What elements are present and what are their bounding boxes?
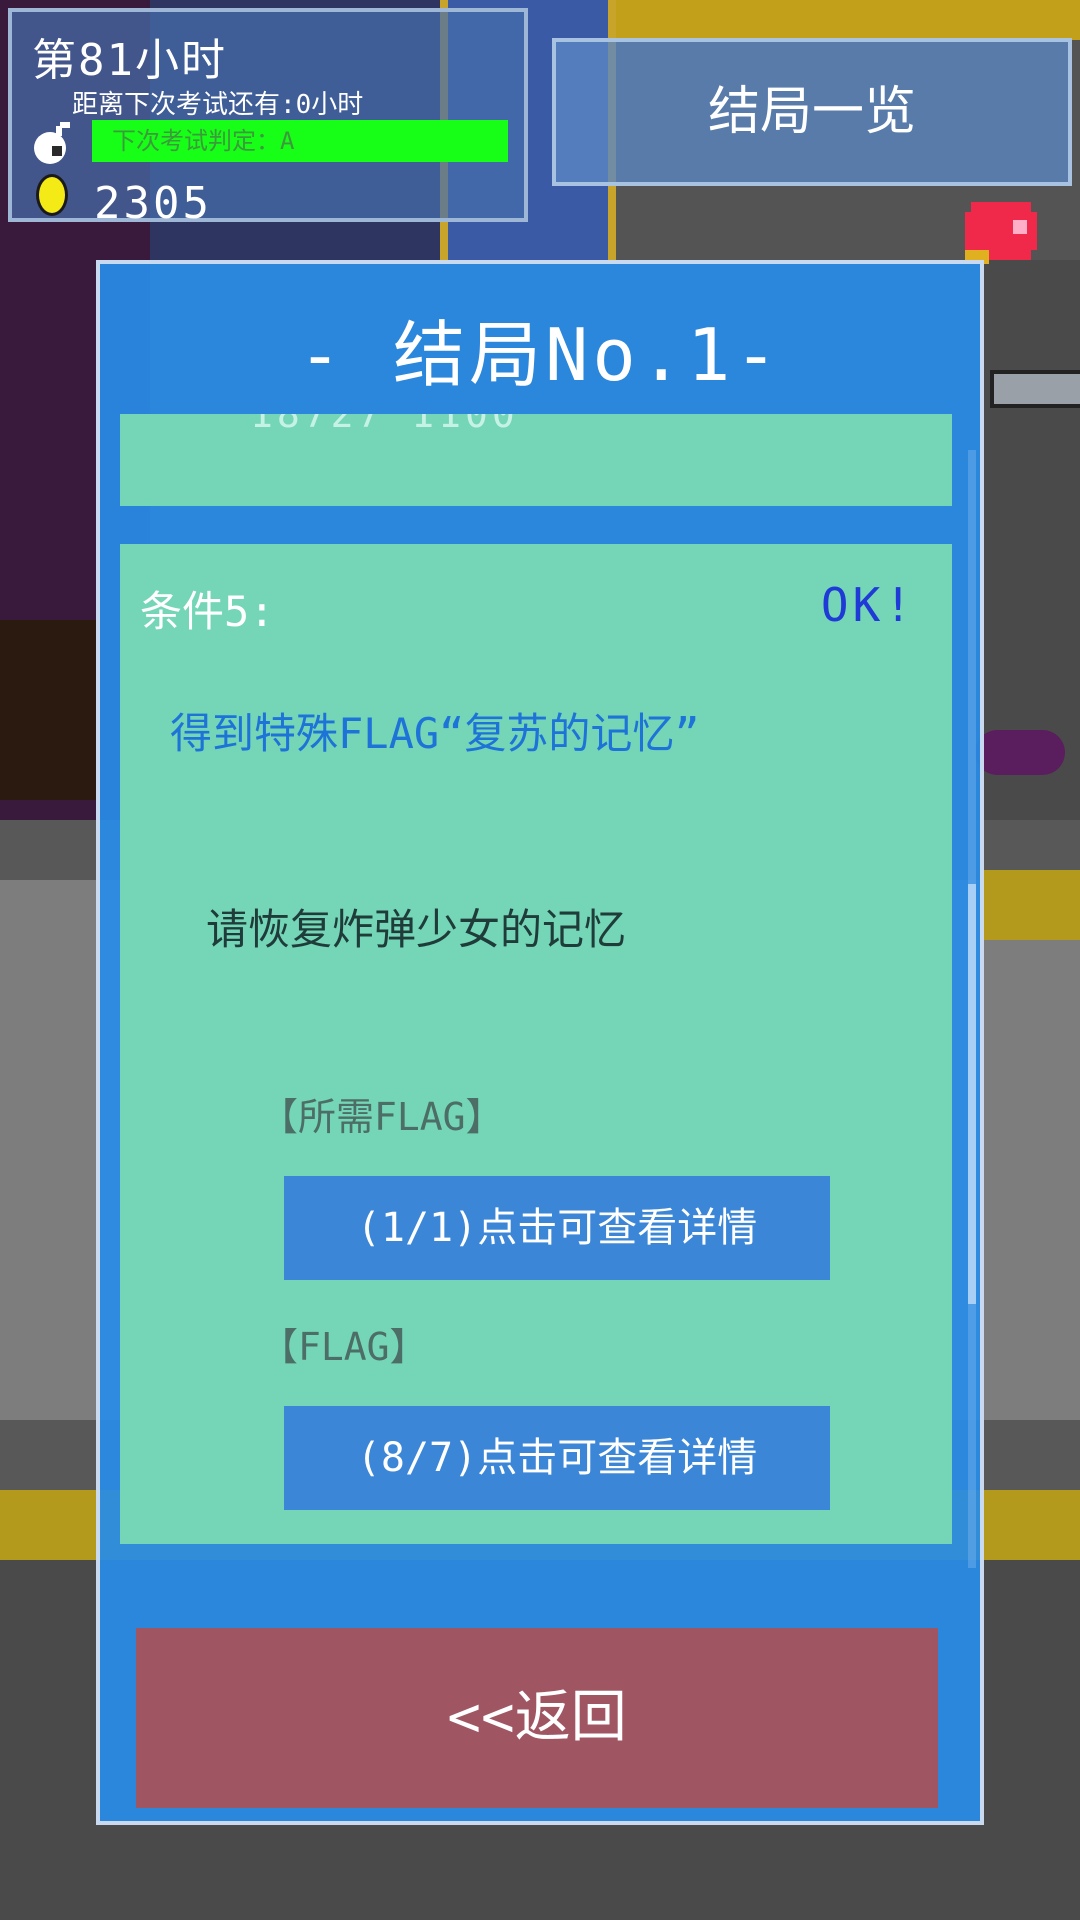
flag-label: 【FLAG】 [260, 1325, 428, 1369]
background-desk [0, 620, 100, 800]
background-shelf [990, 370, 1080, 408]
back-button[interactable]: <<返回 [136, 1628, 938, 1808]
bomb-character-icon [965, 202, 1037, 264]
condition-card-previous: 18727 1100 [120, 414, 952, 506]
condition-status: OK! [820, 578, 916, 632]
condition-card: 条件5: OK! 得到特殊FLAG“复苏的记忆” 请恢复炸弹少女的记忆 【所需F… [120, 544, 952, 1544]
background-purple-object [975, 730, 1065, 775]
condition-description: 请恢复炸弹少女的记忆 [206, 905, 627, 954]
coin-count: 2305 [94, 178, 212, 229]
condition-label: 条件5: [140, 587, 275, 636]
status-panel: 第81小时 距离下次考试还有:0小时 下次考试判定：A 2305 [8, 8, 528, 229]
required-flag-details-button[interactable]: (1/1)点击可查看详情 [284, 1176, 830, 1280]
scrollbar-thumb[interactable] [968, 884, 976, 1304]
condition-flag-name: 得到特殊FLAG“复苏的记忆” [170, 709, 700, 758]
flag-details-button[interactable]: (8/7)点击可查看详情 [284, 1406, 830, 1510]
endings-list-button[interactable]: 结局一览 [552, 38, 1072, 186]
background-yellow-beam [560, 0, 1080, 40]
coin-icon [36, 174, 68, 216]
hour-counter: 第81小时 [32, 35, 227, 86]
exam-countdown: 距离下次考试还有:0小时 [72, 90, 364, 120]
bomb-icon [34, 122, 70, 164]
previous-card-text: 18727 1100 [250, 414, 519, 436]
conditions-scroll-area[interactable]: 18727 1100 条件5: OK! 得到特殊FLAG“复苏的记忆” 请恢复炸… [120, 414, 952, 1559]
background-yellow-stripe-right [980, 870, 1080, 940]
ending-detail-modal: - 结局No.1- 18727 1100 条件5: OK! 得到特殊FLAG“复… [96, 260, 984, 1825]
modal-title: - 结局No.1- [298, 313, 782, 397]
exam-grade-bar: 下次考试判定：A [92, 120, 508, 162]
required-flag-label: 【所需FLAG】 [260, 1095, 504, 1139]
